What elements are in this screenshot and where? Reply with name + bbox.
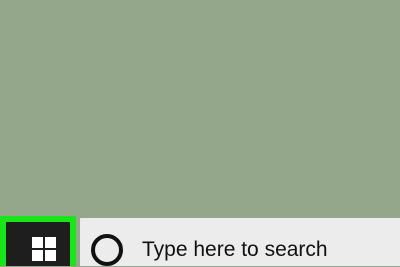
taskbar: Type here to search — [0, 216, 400, 266]
windows-logo-icon — [32, 237, 56, 261]
start-button[interactable] — [0, 216, 76, 266]
search-box[interactable]: Type here to search — [80, 218, 400, 266]
search-placeholder: Type here to search — [142, 238, 328, 261]
cortana-circle-icon — [91, 234, 123, 266]
